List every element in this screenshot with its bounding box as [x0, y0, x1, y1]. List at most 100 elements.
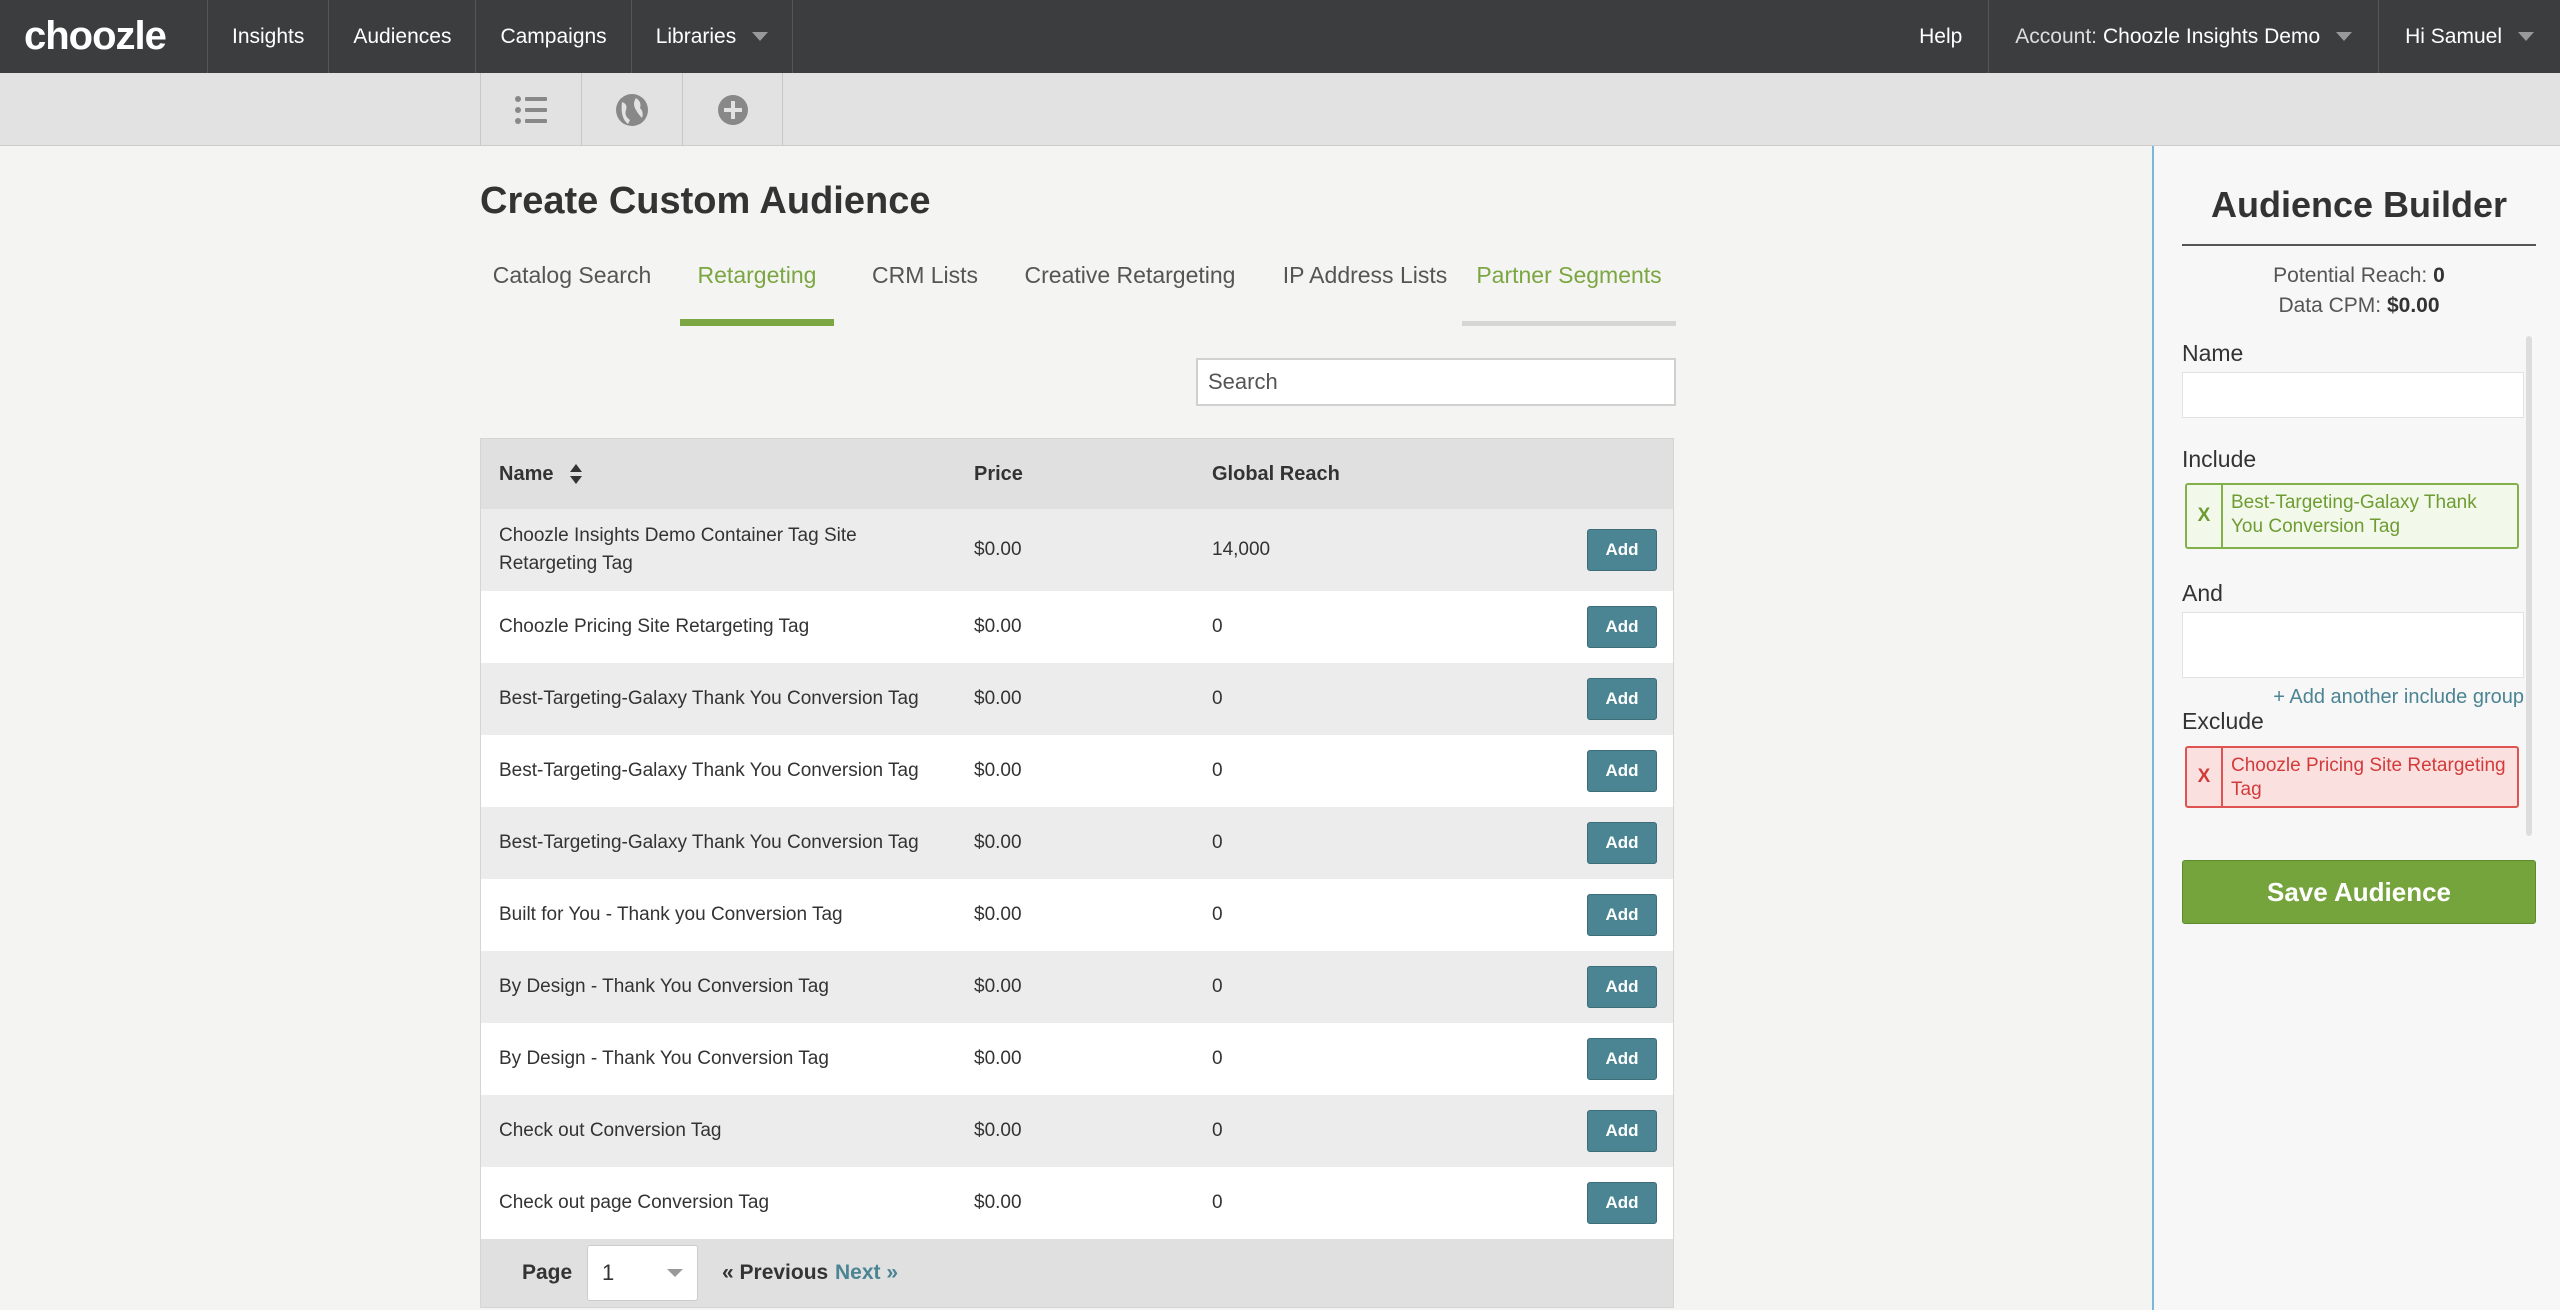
builder-scrollbar[interactable] — [2526, 336, 2532, 836]
nav-libraries[interactable]: Libraries — [632, 0, 794, 73]
choozle-logo[interactable]: choozle — [0, 0, 208, 73]
row-reach: 0 — [1212, 616, 1223, 637]
page-title: Create Custom Audience — [480, 180, 931, 222]
plus-circle-icon — [717, 94, 748, 125]
chevron-down-icon — [667, 1269, 683, 1277]
add-button[interactable]: Add — [1587, 894, 1657, 936]
remove-include-button[interactable]: X — [2187, 485, 2223, 547]
include-label: Include — [2182, 446, 2257, 472]
table-row: By Design - Thank You Conversion Tag $0.… — [481, 1023, 1673, 1095]
row-name: By Design - Thank You Conversion Tag — [499, 976, 829, 997]
tab-crm-lists[interactable]: CRM Lists — [850, 252, 1000, 326]
pagination: Page 1 « Previous Next » — [481, 1239, 1673, 1307]
column-name-header[interactable]: Name — [499, 463, 583, 486]
row-price: $0.00 — [974, 539, 1022, 560]
audience-name-input[interactable] — [2182, 372, 2524, 418]
page-select-value: 1 — [602, 1260, 615, 1285]
data-cpm-label: Data CPM: — [2278, 294, 2382, 317]
column-price-header: Price — [974, 462, 1023, 485]
table-row: Best-Targeting-Galaxy Thank You Conversi… — [481, 807, 1673, 879]
row-price: $0.00 — [974, 832, 1022, 853]
row-reach: 0 — [1212, 1192, 1223, 1213]
sort-icon — [570, 464, 583, 485]
row-price: $0.00 — [974, 760, 1022, 781]
include-item: X Best-Targeting-Galaxy Thank You Conver… — [2185, 483, 2519, 549]
table-row: Choozle Pricing Site Retargeting Tag $0.… — [481, 591, 1673, 663]
add-button[interactable]: Add — [1587, 1110, 1657, 1152]
add-button[interactable]: Add — [1587, 822, 1657, 864]
tab-creative-retargeting[interactable]: Creative Retargeting — [1010, 252, 1250, 326]
row-price: $0.00 — [974, 1192, 1022, 1213]
add-button[interactable]: Add — [1587, 678, 1657, 720]
page-label: Page — [522, 1261, 573, 1284]
user-menu[interactable]: Hi Samuel — [2378, 0, 2560, 73]
builder-title: Audience Builder — [2182, 184, 2536, 246]
search-input[interactable] — [1196, 358, 1676, 406]
row-name: Check out Conversion Tag — [499, 1120, 722, 1141]
row-reach: 0 — [1212, 832, 1223, 853]
exclude-label: Exclude — [2182, 708, 2264, 734]
column-name-label: Name — [499, 462, 554, 485]
nav-insights[interactable]: Insights — [208, 0, 330, 73]
row-name: Built for You - Thank you Conversion Tag — [499, 904, 843, 925]
table-row: Choozle Insights Demo Container Tag Site… — [481, 509, 1673, 591]
remove-exclude-button[interactable]: X — [2187, 748, 2223, 806]
row-reach: 14,000 — [1212, 539, 1271, 560]
chevron-down-icon — [752, 32, 769, 41]
chevron-down-icon — [2518, 32, 2534, 41]
table-row: Built for You - Thank you Conversion Tag… — [481, 879, 1673, 951]
account-label: Account: — [2015, 24, 2098, 48]
tab-ip-address-lists[interactable]: IP Address Lists — [1262, 252, 1468, 326]
sub-toolbar — [0, 73, 2560, 146]
row-price: $0.00 — [974, 976, 1022, 997]
tab-retargeting[interactable]: Retargeting — [680, 252, 834, 326]
tab-catalog-search[interactable]: Catalog Search — [480, 252, 664, 326]
add-button[interactable]: Add — [1587, 966, 1657, 1008]
add-button[interactable] — [682, 73, 783, 146]
list-view-button[interactable] — [480, 73, 581, 146]
table-row: Best-Targeting-Galaxy Thank You Conversi… — [481, 663, 1673, 735]
retargeting-table: Name Price Global Reach Choozle Insights… — [480, 438, 1674, 1308]
row-name: Best-Targeting-Galaxy Thank You Conversi… — [499, 688, 919, 709]
add-button[interactable]: Add — [1587, 1038, 1657, 1080]
account-menu[interactable]: Account: Choozle Insights Demo — [1988, 0, 2378, 73]
add-include-group-link[interactable]: + Add another include group — [2273, 686, 2524, 709]
row-reach: 0 — [1212, 976, 1223, 997]
potential-reach-value: 0 — [2433, 264, 2445, 287]
table-row: By Design - Thank You Conversion Tag $0.… — [481, 951, 1673, 1023]
top-nav: choozle Insights Audiences Campaigns Lib… — [0, 0, 2560, 73]
include-item-label: Best-Targeting-Galaxy Thank You Conversi… — [2231, 492, 2477, 537]
add-button[interactable]: Add — [1587, 606, 1657, 648]
exclude-item: X Choozle Pricing Site Retargeting Tag — [2185, 746, 2519, 808]
data-cpm-value: $0.00 — [2386, 294, 2440, 317]
add-button[interactable]: Add — [1587, 750, 1657, 792]
add-button[interactable]: Add — [1587, 1182, 1657, 1224]
add-button[interactable]: Add — [1587, 529, 1657, 571]
and-label: And — [2182, 580, 2223, 606]
row-reach: 0 — [1212, 1120, 1223, 1141]
next-page-link[interactable]: Next » — [835, 1261, 898, 1285]
row-price: $0.00 — [974, 688, 1022, 709]
table-row: Best-Targeting-Galaxy Thank You Conversi… — [481, 735, 1673, 807]
nav-audiences[interactable]: Audiences — [329, 0, 477, 73]
globe-button[interactable] — [581, 73, 682, 146]
page-select[interactable]: 1 — [587, 1245, 698, 1301]
row-name: By Design - Thank You Conversion Tag — [499, 1048, 829, 1069]
tab-partner-segments[interactable]: Partner Segments — [1462, 252, 1676, 326]
row-reach: 0 — [1212, 760, 1223, 781]
row-price: $0.00 — [974, 1120, 1022, 1141]
account-name: Choozle Insights Demo — [2103, 24, 2321, 48]
potential-reach-label: Potential Reach: — [2273, 264, 2428, 287]
audience-builder-panel: Audience Builder Potential Reach: 0 Data… — [2152, 146, 2560, 1310]
save-audience-button[interactable]: Save Audience — [2182, 860, 2536, 924]
nav-help[interactable]: Help — [1893, 0, 1988, 73]
previous-page-link[interactable]: « Previous — [722, 1261, 828, 1285]
potential-reach: Potential Reach: 0 — [2182, 264, 2536, 288]
row-name: Check out page Conversion Tag — [499, 1192, 770, 1213]
nav-libraries-label: Libraries — [655, 24, 737, 48]
and-dropzone[interactable] — [2182, 612, 2524, 678]
nav-campaigns[interactable]: Campaigns — [476, 0, 632, 73]
user-greeting: Hi Samuel — [2405, 24, 2502, 48]
row-price: $0.00 — [974, 904, 1022, 925]
audience-tabs: Catalog Search Retargeting CRM Lists Cre… — [480, 252, 1676, 326]
